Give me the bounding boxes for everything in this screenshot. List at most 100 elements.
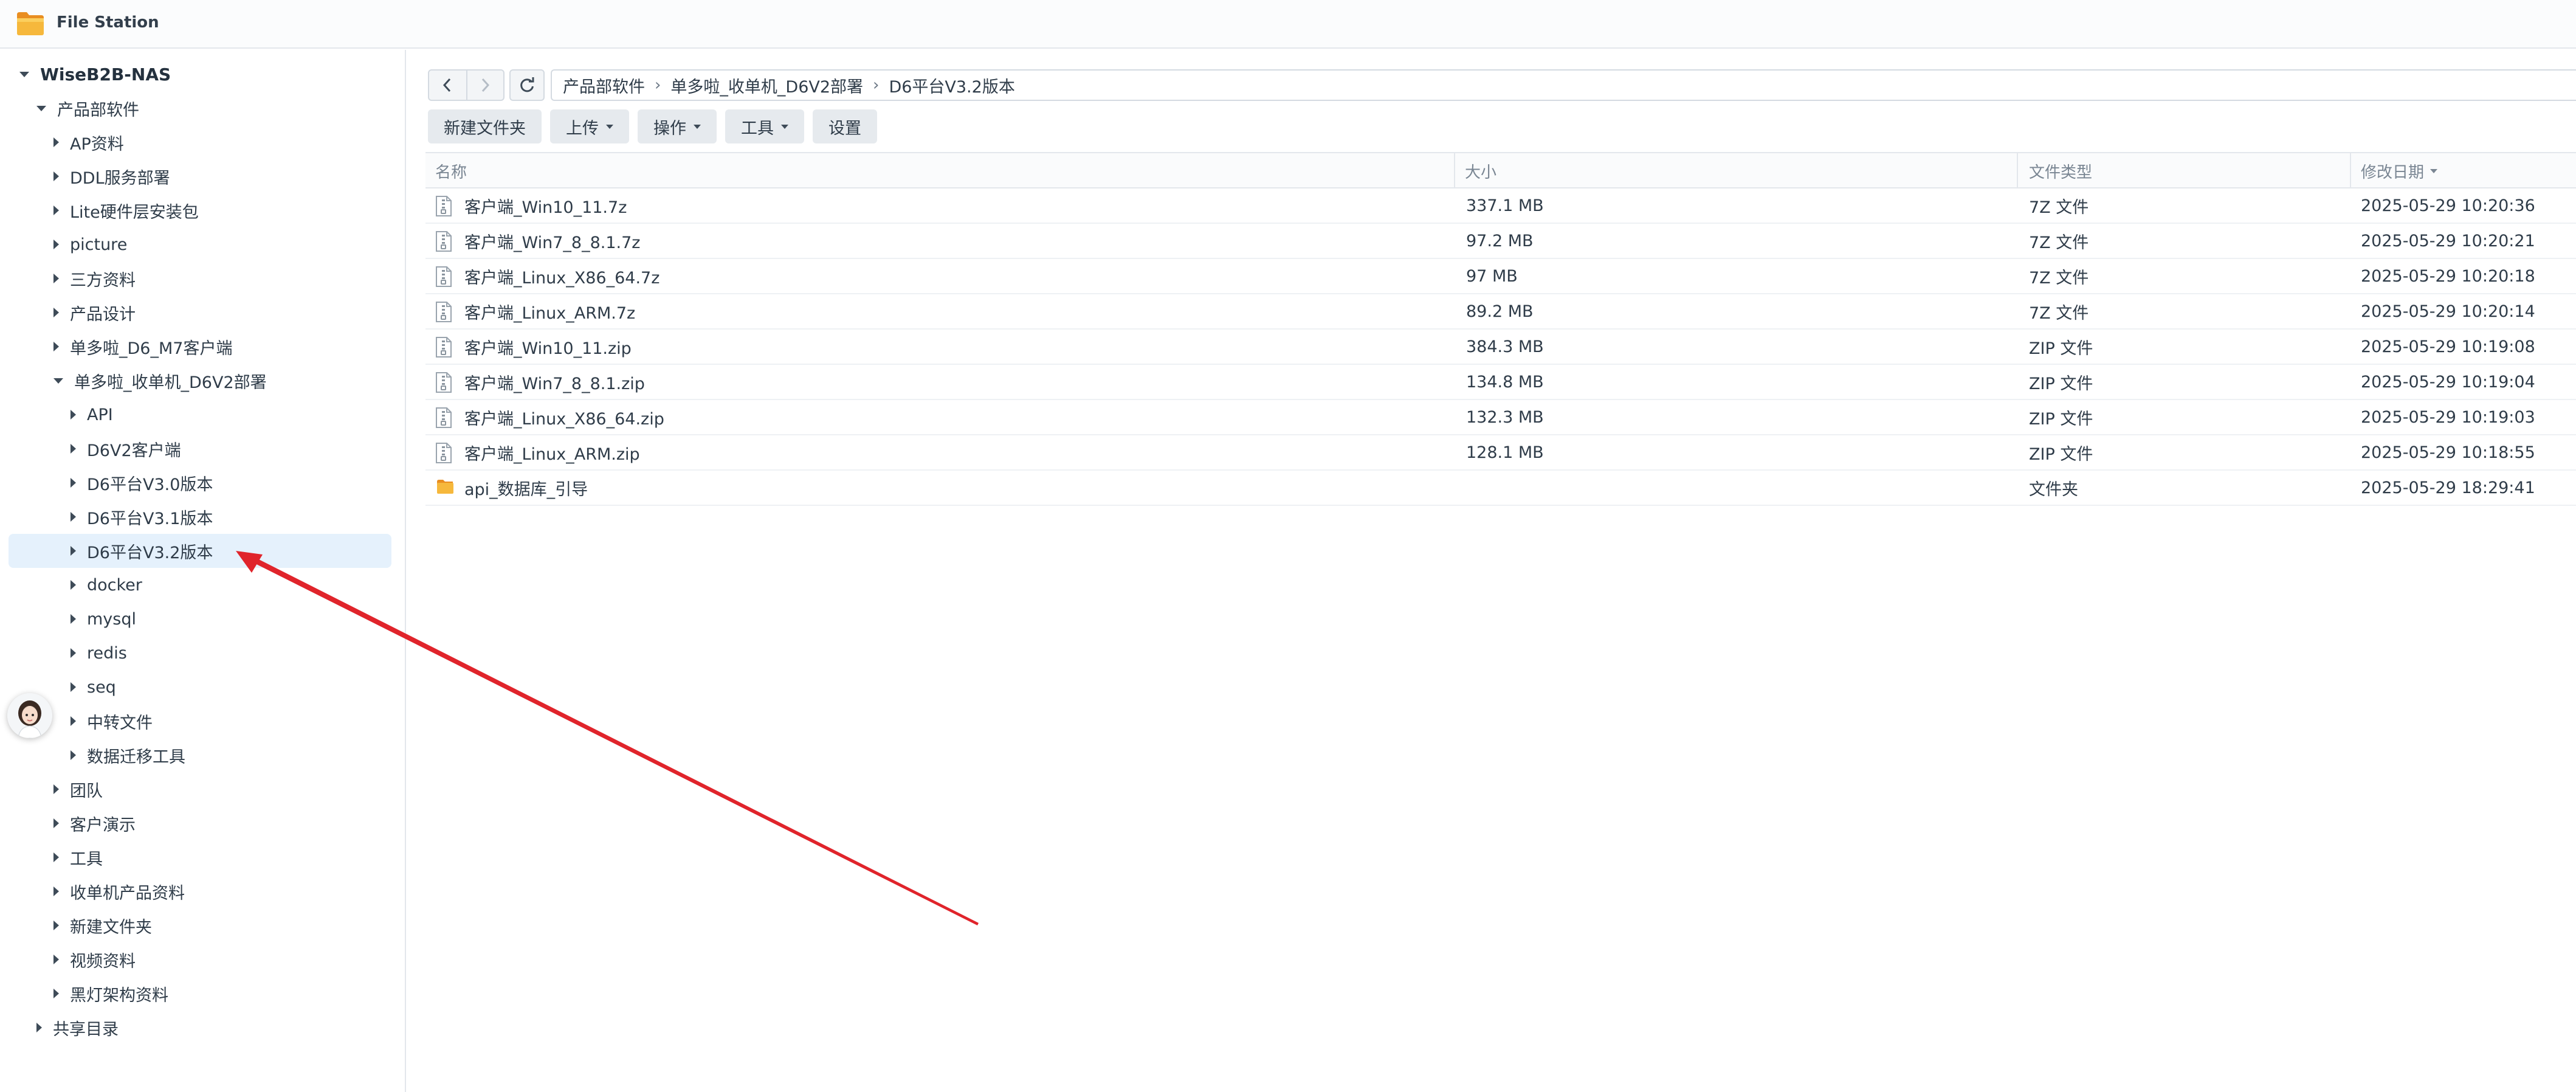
table-row[interactable]: 客户端_Linux_X86_64.zip 132.3 MB ZIP 文件 2025-0… — [425, 400, 2576, 435]
caret-right-icon[interactable] — [53, 784, 59, 794]
sidebar-item[interactable]: 新建文件夹 — [0, 908, 401, 942]
sidebar-item[interactable]: 中转文件 — [0, 704, 401, 738]
sidebar-item[interactable]: 团队 — [0, 772, 401, 806]
file-name[interactable]: 客户端_Linux_X86_64.zip — [464, 400, 664, 434]
file-name[interactable]: 客户端_Win10_11.zip — [464, 330, 632, 364]
caret-right-icon[interactable] — [71, 444, 76, 454]
column-header-size[interactable]: 大小 — [1465, 153, 1496, 188]
forward-button[interactable] — [466, 71, 503, 100]
file-type: ZIP 文件 — [2029, 409, 2093, 429]
sidebar-item[interactable]: 客户演示 — [0, 806, 401, 840]
action-button[interactable]: 操作 — [638, 109, 717, 143]
sidebar-item[interactable]: 共享目录 — [0, 1011, 401, 1045]
breadcrumb-item-current[interactable]: D6平台V3.2版本 — [889, 74, 1014, 97]
sidebar-item[interactable]: D6V2客户端 — [0, 432, 401, 466]
new-folder-button[interactable]: 新建文件夹 — [428, 109, 542, 143]
column-divider[interactable] — [2350, 153, 2351, 188]
caret-right-icon[interactable] — [53, 989, 59, 998]
tree-root[interactable]: WiseB2B-NAS — [0, 57, 401, 91]
caret-right-icon[interactable] — [53, 342, 59, 351]
tools-button[interactable]: 工具 — [725, 109, 804, 143]
caret-right-icon[interactable] — [71, 478, 76, 488]
file-name[interactable]: 客户端_Win7_8_8.1.7z — [464, 224, 640, 258]
sidebar-item[interactable]: 产品设计 — [0, 295, 401, 330]
caret-right-icon[interactable] — [53, 955, 59, 964]
back-button[interactable] — [429, 71, 466, 100]
file-name[interactable]: 客户端_Linux_X86_64.7z — [464, 259, 659, 293]
sidebar-item[interactable]: 单多啦_D6_M7客户端 — [0, 330, 401, 364]
sidebar-item[interactable]: 工具 — [0, 840, 401, 874]
caret-right-icon[interactable] — [53, 240, 59, 249]
breadcrumb-item[interactable]: 单多啦_收单机_D6V2部署 — [670, 74, 863, 97]
table-row[interactable]: api_数据库_引导 文件夹 2025-05-29 18:29:41 — [425, 471, 2576, 506]
sidebar-item[interactable]: 数据迁移工具 — [0, 738, 401, 772]
sidebar-item[interactable]: D6平台V3.1版本 — [0, 500, 401, 534]
sidebar-item[interactable]: D6平台V3.2版本 — [9, 534, 391, 568]
caret-right-icon[interactable] — [71, 716, 76, 726]
breadcrumb-item[interactable]: 产品部软件 — [563, 74, 645, 97]
sidebar-item[interactable]: 产品部软件 — [0, 91, 401, 125]
sidebar-item[interactable]: 收单机产品资料 — [0, 874, 401, 908]
sidebar-item[interactable]: mysql — [0, 602, 401, 636]
caret-right-icon[interactable] — [53, 274, 59, 283]
file-name[interactable]: 客户端_Win10_11.7z — [464, 188, 627, 223]
sidebar-item[interactable]: API — [0, 398, 401, 432]
column-divider[interactable] — [1454, 153, 1455, 188]
caret-right-icon[interactable] — [53, 852, 59, 862]
column-divider[interactable] — [2017, 153, 2018, 188]
table-row[interactable]: 客户端_Win10_11.7z 337.1 MB 7Z 文件 2025-05-29 1… — [425, 188, 2576, 224]
caret-right-icon[interactable] — [71, 682, 76, 692]
sidebar-item[interactable]: 黑灯架构资料 — [0, 976, 401, 1011]
column-header-type[interactable]: 文件类型 — [2029, 153, 2092, 188]
sidebar-item[interactable]: AP资料 — [0, 125, 401, 159]
column-header-modified[interactable]: 修改日期 — [2361, 153, 2438, 188]
caret-right-icon[interactable] — [53, 921, 59, 930]
caret-down-icon[interactable] — [19, 71, 29, 77]
avatar[interactable] — [7, 693, 52, 738]
caret-right-icon[interactable] — [71, 410, 76, 420]
file-name[interactable]: 客户端_Linux_ARM.7z — [464, 294, 635, 328]
caret-right-icon[interactable] — [53, 886, 59, 896]
caret-down-icon[interactable] — [36, 105, 46, 111]
table-row[interactable]: 客户端_Win7_8_8.1.zip 134.8 MB ZIP 文件 2025-05-… — [425, 365, 2576, 400]
file-type: 文件夹 — [2029, 480, 2078, 499]
sidebar-item[interactable]: 视频资料 — [0, 942, 401, 976]
sidebar-item[interactable]: seq — [0, 670, 401, 704]
file-name[interactable]: 客户端_Win7_8_8.1.zip — [464, 365, 645, 399]
upload-label: 上传 — [566, 119, 599, 138]
caret-right-icon[interactable] — [71, 580, 76, 590]
sidebar-item[interactable]: redis — [0, 636, 401, 670]
sidebar-item[interactable]: docker — [0, 568, 401, 602]
table-row[interactable]: 客户端_Linux_ARM.zip 128.1 MB ZIP 文件 2025-05-2… — [425, 435, 2576, 471]
sidebar-item[interactable]: 单多啦_收单机_D6V2部署 — [0, 364, 401, 398]
caret-right-icon[interactable] — [53, 818, 59, 828]
file-name[interactable]: api_数据库_引导 — [464, 471, 588, 505]
caret-right-icon[interactable] — [53, 171, 59, 181]
table-row[interactable]: 客户端_Win10_11.zip 384.3 MB ZIP 文件 2025-05-29… — [425, 330, 2576, 365]
sidebar-item[interactable]: 三方资料 — [0, 261, 401, 295]
file-name[interactable]: 客户端_Linux_ARM.zip — [464, 435, 640, 469]
sidebar-item[interactable]: Lite硬件层安装包 — [0, 193, 401, 227]
caret-right-icon[interactable] — [71, 750, 76, 760]
sidebar-item[interactable]: DDL服务部署 — [0, 159, 401, 193]
caret-right-icon[interactable] — [71, 546, 76, 556]
settings-button[interactable]: 设置 — [813, 109, 877, 143]
caret-right-icon[interactable] — [71, 512, 76, 522]
sidebar-item[interactable]: D6平台V3.0版本 — [0, 466, 401, 500]
caret-right-icon[interactable] — [53, 308, 59, 317]
caret-down-icon[interactable] — [53, 378, 63, 384]
caret-right-icon[interactable] — [53, 137, 59, 147]
sidebar-item[interactable]: picture — [0, 227, 401, 261]
sidebar-item-label: API — [87, 405, 113, 424]
refresh-button[interactable] — [509, 69, 545, 101]
breadcrumb[interactable]: 产品部软件 › 单多啦_收单机_D6V2部署 › D6平台V3.2版本 — [551, 69, 2576, 101]
caret-right-icon[interactable] — [71, 648, 76, 658]
table-row[interactable]: 客户端_Linux_X86_64.7z 97 MB 7Z 文件 2025-05-29 … — [425, 259, 2576, 294]
caret-right-icon[interactable] — [53, 206, 59, 215]
table-row[interactable]: 客户端_Linux_ARM.7z 89.2 MB 7Z 文件 2025-05-29 1… — [425, 294, 2576, 330]
table-row[interactable]: 客户端_Win7_8_8.1.7z 97.2 MB 7Z 文件 2025-05-29 … — [425, 224, 2576, 259]
caret-right-icon[interactable] — [36, 1023, 42, 1032]
column-header-name[interactable]: 名称 — [435, 153, 467, 188]
upload-button[interactable]: 上传 — [550, 109, 629, 143]
caret-right-icon[interactable] — [71, 614, 76, 624]
